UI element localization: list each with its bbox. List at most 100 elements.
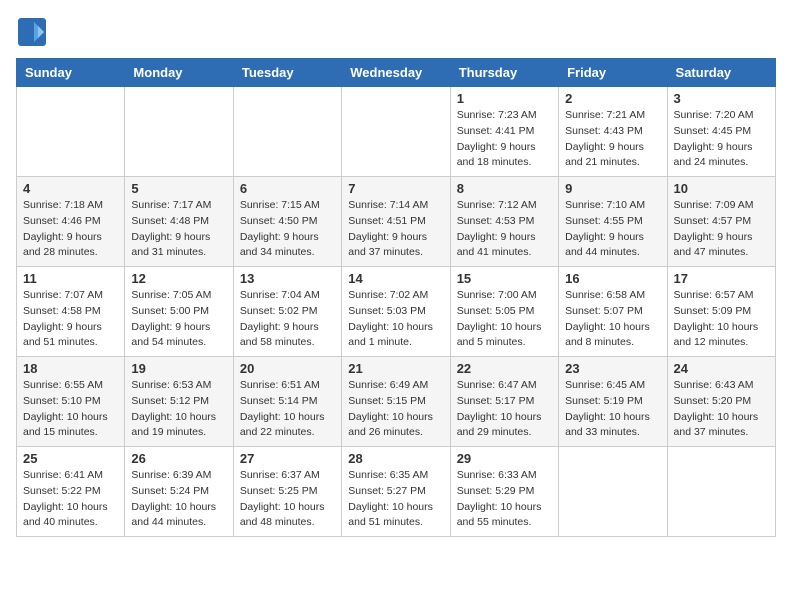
day-number: 22 xyxy=(457,361,552,376)
day-number: 5 xyxy=(131,181,226,196)
calendar-cell: 7 Sunrise: 7:14 AM Sunset: 4:51 PM Daylig… xyxy=(342,177,450,267)
day-number: 14 xyxy=(348,271,443,286)
day-info: Sunrise: 6:41 AM Sunset: 5:22 PM Dayligh… xyxy=(23,468,118,531)
day-info: Sunrise: 7:00 AM Sunset: 5:05 PM Dayligh… xyxy=(457,288,552,351)
day-info: Sunrise: 7:17 AM Sunset: 4:48 PM Dayligh… xyxy=(131,198,226,261)
calendar-week-row: 18 Sunrise: 6:55 AM Sunset: 5:10 PM Dayli… xyxy=(17,357,776,447)
calendar-cell: 22 Sunrise: 6:47 AM Sunset: 5:17 PM Dayli… xyxy=(450,357,558,447)
page-header xyxy=(16,16,776,48)
day-info: Sunrise: 7:02 AM Sunset: 5:03 PM Dayligh… xyxy=(348,288,443,351)
day-number: 29 xyxy=(457,451,552,466)
day-info: Sunrise: 6:45 AM Sunset: 5:19 PM Dayligh… xyxy=(565,378,660,441)
day-info: Sunrise: 6:35 AM Sunset: 5:27 PM Dayligh… xyxy=(348,468,443,531)
calendar-cell: 3 Sunrise: 7:20 AM Sunset: 4:45 PM Daylig… xyxy=(667,87,775,177)
calendar-cell xyxy=(125,87,233,177)
day-number: 13 xyxy=(240,271,335,286)
day-number: 17 xyxy=(674,271,769,286)
calendar-cell xyxy=(342,87,450,177)
calendar-week-row: 4 Sunrise: 7:18 AM Sunset: 4:46 PM Daylig… xyxy=(17,177,776,267)
calendar-week-row: 1 Sunrise: 7:23 AM Sunset: 4:41 PM Daylig… xyxy=(17,87,776,177)
day-number: 21 xyxy=(348,361,443,376)
logo-icon xyxy=(16,16,48,48)
day-info: Sunrise: 7:15 AM Sunset: 4:50 PM Dayligh… xyxy=(240,198,335,261)
day-info: Sunrise: 7:21 AM Sunset: 4:43 PM Dayligh… xyxy=(565,108,660,171)
day-info: Sunrise: 7:09 AM Sunset: 4:57 PM Dayligh… xyxy=(674,198,769,261)
day-number: 15 xyxy=(457,271,552,286)
calendar-cell: 6 Sunrise: 7:15 AM Sunset: 4:50 PM Daylig… xyxy=(233,177,341,267)
day-info: Sunrise: 7:14 AM Sunset: 4:51 PM Dayligh… xyxy=(348,198,443,261)
day-number: 16 xyxy=(565,271,660,286)
calendar-cell: 13 Sunrise: 7:04 AM Sunset: 5:02 PM Dayli… xyxy=(233,267,341,357)
calendar-cell: 26 Sunrise: 6:39 AM Sunset: 5:24 PM Dayli… xyxy=(125,447,233,537)
day-number: 1 xyxy=(457,91,552,106)
calendar-cell: 15 Sunrise: 7:00 AM Sunset: 5:05 PM Dayli… xyxy=(450,267,558,357)
calendar-cell: 10 Sunrise: 7:09 AM Sunset: 4:57 PM Dayli… xyxy=(667,177,775,267)
day-number: 28 xyxy=(348,451,443,466)
calendar-cell: 1 Sunrise: 7:23 AM Sunset: 4:41 PM Daylig… xyxy=(450,87,558,177)
calendar-cell: 11Sunrise: 7:07 AM Sunset: 4:58 PM Dayli… xyxy=(17,267,125,357)
calendar-header: SundayMondayTuesdayWednesdayThursdayFrid… xyxy=(17,59,776,87)
day-number: 11 xyxy=(23,271,118,286)
logo xyxy=(16,16,52,48)
day-number: 25 xyxy=(23,451,118,466)
calendar-cell: 14 Sunrise: 7:02 AM Sunset: 5:03 PM Dayli… xyxy=(342,267,450,357)
calendar-cell: 5 Sunrise: 7:17 AM Sunset: 4:48 PM Daylig… xyxy=(125,177,233,267)
day-info: Sunrise: 7:18 AM Sunset: 4:46 PM Dayligh… xyxy=(23,198,118,261)
calendar-cell: 24 Sunrise: 6:43 AM Sunset: 5:20 PM Dayli… xyxy=(667,357,775,447)
calendar-cell: 18 Sunrise: 6:55 AM Sunset: 5:10 PM Dayli… xyxy=(17,357,125,447)
day-number: 2 xyxy=(565,91,660,106)
calendar-cell: 21 Sunrise: 6:49 AM Sunset: 5:15 PM Dayli… xyxy=(342,357,450,447)
calendar-cell: 23 Sunrise: 6:45 AM Sunset: 5:19 PM Dayli… xyxy=(559,357,667,447)
calendar-cell: 8 Sunrise: 7:12 AM Sunset: 4:53 PM Daylig… xyxy=(450,177,558,267)
day-number: 18 xyxy=(23,361,118,376)
day-number: 19 xyxy=(131,361,226,376)
day-info: Sunrise: 6:33 AM Sunset: 5:29 PM Dayligh… xyxy=(457,468,552,531)
day-number: 20 xyxy=(240,361,335,376)
day-number: 26 xyxy=(131,451,226,466)
calendar-cell: 9Sunrise: 7:10 AM Sunset: 4:55 PM Daylig… xyxy=(559,177,667,267)
weekday-header: Friday xyxy=(559,59,667,87)
calendar-cell: 28 Sunrise: 6:35 AM Sunset: 5:27 PM Dayli… xyxy=(342,447,450,537)
day-info: Sunrise: 6:49 AM Sunset: 5:15 PM Dayligh… xyxy=(348,378,443,441)
day-number: 10 xyxy=(674,181,769,196)
day-number: 27 xyxy=(240,451,335,466)
calendar-cell: 19Sunrise: 6:53 AM Sunset: 5:12 PM Dayli… xyxy=(125,357,233,447)
weekday-header: Wednesday xyxy=(342,59,450,87)
day-number: 24 xyxy=(674,361,769,376)
day-info: Sunrise: 6:43 AM Sunset: 5:20 PM Dayligh… xyxy=(674,378,769,441)
day-info: Sunrise: 6:55 AM Sunset: 5:10 PM Dayligh… xyxy=(23,378,118,441)
calendar-table: SundayMondayTuesdayWednesdayThursdayFrid… xyxy=(16,58,776,537)
day-info: Sunrise: 6:51 AM Sunset: 5:14 PM Dayligh… xyxy=(240,378,335,441)
day-number: 3 xyxy=(674,91,769,106)
weekday-header: Tuesday xyxy=(233,59,341,87)
calendar-cell: 16Sunrise: 6:58 AM Sunset: 5:07 PM Dayli… xyxy=(559,267,667,357)
calendar-cell xyxy=(17,87,125,177)
day-info: Sunrise: 6:37 AM Sunset: 5:25 PM Dayligh… xyxy=(240,468,335,531)
calendar-cell: 27 Sunrise: 6:37 AM Sunset: 5:25 PM Dayli… xyxy=(233,447,341,537)
day-number: 8 xyxy=(457,181,552,196)
day-info: Sunrise: 7:10 AM Sunset: 4:55 PM Dayligh… xyxy=(565,198,660,261)
day-number: 12 xyxy=(131,271,226,286)
day-info: Sunrise: 7:20 AM Sunset: 4:45 PM Dayligh… xyxy=(674,108,769,171)
day-info: Sunrise: 7:23 AM Sunset: 4:41 PM Dayligh… xyxy=(457,108,552,171)
calendar-cell: 2 Sunrise: 7:21 AM Sunset: 4:43 PM Daylig… xyxy=(559,87,667,177)
calendar-cell: 17 Sunrise: 6:57 AM Sunset: 5:09 PM Dayli… xyxy=(667,267,775,357)
weekday-header: Thursday xyxy=(450,59,558,87)
day-info: Sunrise: 7:12 AM Sunset: 4:53 PM Dayligh… xyxy=(457,198,552,261)
calendar-cell: 29 Sunrise: 6:33 AM Sunset: 5:29 PM Dayli… xyxy=(450,447,558,537)
weekday-header: Sunday xyxy=(17,59,125,87)
weekday-row: SundayMondayTuesdayWednesdayThursdayFrid… xyxy=(17,59,776,87)
calendar-cell xyxy=(667,447,775,537)
calendar-body: 1 Sunrise: 7:23 AM Sunset: 4:41 PM Daylig… xyxy=(17,87,776,537)
day-number: 6 xyxy=(240,181,335,196)
day-number: 23 xyxy=(565,361,660,376)
calendar-cell: 4 Sunrise: 7:18 AM Sunset: 4:46 PM Daylig… xyxy=(17,177,125,267)
day-info: Sunrise: 7:05 AM Sunset: 5:00 PM Dayligh… xyxy=(131,288,226,351)
day-number: 7 xyxy=(348,181,443,196)
weekday-header: Monday xyxy=(125,59,233,87)
day-info: Sunrise: 6:57 AM Sunset: 5:09 PM Dayligh… xyxy=(674,288,769,351)
day-info: Sunrise: 6:39 AM Sunset: 5:24 PM Dayligh… xyxy=(131,468,226,531)
day-info: Sunrise: 6:47 AM Sunset: 5:17 PM Dayligh… xyxy=(457,378,552,441)
day-number: 4 xyxy=(23,181,118,196)
day-info: Sunrise: 7:04 AM Sunset: 5:02 PM Dayligh… xyxy=(240,288,335,351)
